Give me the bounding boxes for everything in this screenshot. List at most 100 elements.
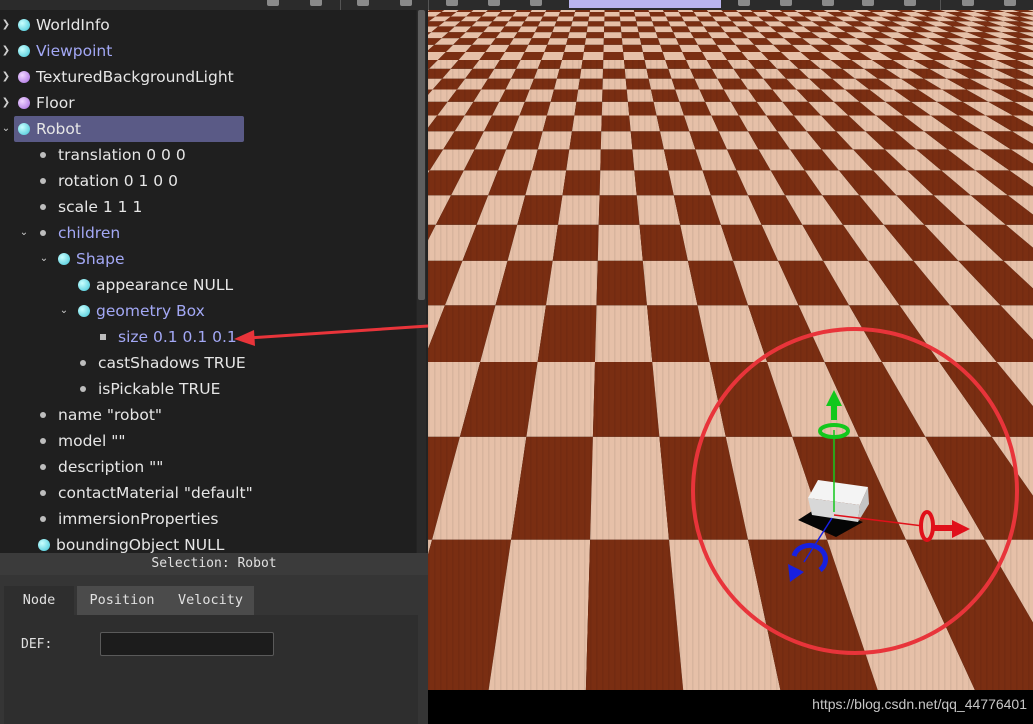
chevron-right-icon[interactable]: ❯ xyxy=(1,38,11,64)
tree-field-label: rotation 0 1 0 0 xyxy=(58,172,178,190)
chevron-right-icon[interactable]: ❯ xyxy=(1,64,11,90)
3d-viewport[interactable]: https://blog.csdn.net/qq_44776401 xyxy=(428,10,1033,724)
floor-tile xyxy=(603,38,623,45)
proto-node-icon xyxy=(18,71,30,83)
field-editor-panel: Node Position Velocity DEF: xyxy=(0,575,428,724)
floor-tile xyxy=(648,10,664,12)
tab-node[interactable]: Node xyxy=(4,586,74,615)
floor-tile xyxy=(664,12,682,17)
toolbar-button[interactable] xyxy=(310,0,322,6)
tree-node-label: Shape xyxy=(76,250,125,268)
tab-velocity[interactable]: Velocity xyxy=(167,586,254,615)
floor-tile xyxy=(554,21,573,27)
floor-tile xyxy=(521,21,541,27)
node-icon xyxy=(18,45,30,57)
chevron-right-icon[interactable]: ❯ xyxy=(1,90,11,116)
fast-button[interactable] xyxy=(862,0,874,6)
floor-tile xyxy=(531,32,553,39)
play-button[interactable] xyxy=(822,0,834,6)
field-bullet-icon xyxy=(40,230,46,236)
floor-tile xyxy=(588,16,605,22)
tree-field-label: children xyxy=(58,224,121,242)
floor-tile xyxy=(663,10,679,12)
tree-field-contactmaterial[interactable]: contactMaterial "default" xyxy=(0,480,416,506)
tree-field-label: boundingObject NULL xyxy=(56,536,225,553)
floor-tile xyxy=(637,26,656,33)
field-bullet-icon xyxy=(80,386,86,392)
tree-node-shape[interactable]: ⌄ Shape xyxy=(0,246,416,272)
tree-node-floor[interactable]: ❯ Floor xyxy=(0,90,416,116)
tree-node-geometry-box[interactable]: ⌄ geometry Box xyxy=(0,298,416,324)
tree-field-scale[interactable]: scale 1 1 1 xyxy=(0,194,416,220)
tree-field-label: castShadows TRUE xyxy=(98,354,246,372)
toolbar-button[interactable] xyxy=(400,0,412,6)
tree-field-label: immersionProperties xyxy=(58,510,219,528)
floor-tile xyxy=(558,12,575,17)
floor-tile xyxy=(673,32,694,39)
toolbar-button[interactable] xyxy=(1004,0,1016,6)
step-button[interactable] xyxy=(780,0,792,6)
floor-tile xyxy=(620,21,638,27)
toolbar-button[interactable] xyxy=(488,0,500,6)
watermark: https://blog.csdn.net/qq_44776401 xyxy=(812,696,1027,712)
floor-tile xyxy=(520,52,545,60)
floor-tile xyxy=(560,10,576,12)
floor-tile xyxy=(604,10,620,12)
toolbar-button[interactable] xyxy=(267,0,279,6)
tree-field-size[interactable]: size 0.1 0.1 0.1 xyxy=(0,324,416,350)
chevron-down-icon[interactable]: ⌄ xyxy=(59,298,69,324)
floor-tile xyxy=(668,21,688,27)
tree-field-ispickable[interactable]: isPickable TRUE xyxy=(0,376,416,402)
toolbar-button[interactable] xyxy=(357,0,369,6)
node-icon xyxy=(38,539,50,551)
scrollbar-thumb[interactable] xyxy=(418,10,425,300)
tree-field-label: scale 1 1 1 xyxy=(58,198,143,216)
chevron-down-icon[interactable]: ⌄ xyxy=(19,220,29,246)
tree-field-name[interactable]: name "robot" xyxy=(0,402,416,428)
tree-node-label: Robot xyxy=(36,120,81,138)
tree-field-castshadows[interactable]: castShadows TRUE xyxy=(0,350,416,376)
tree-node-texturedbackgroundlight[interactable]: ❯ TexturedBackgroundLight xyxy=(0,64,416,90)
tab-position[interactable]: Position xyxy=(77,586,167,615)
tree-field-immersionproperties[interactable]: immersionProperties xyxy=(0,506,416,532)
floor-tile xyxy=(564,44,585,52)
floor-tile xyxy=(641,44,663,52)
tree-node-label: Floor xyxy=(36,94,75,112)
floor-tile xyxy=(604,16,621,22)
main-toolbar xyxy=(0,0,1033,10)
def-input[interactable] xyxy=(100,632,274,656)
floor-tile xyxy=(635,16,653,22)
floor-tile xyxy=(649,12,666,17)
floor-tile xyxy=(636,21,654,27)
reset-simulation-button[interactable] xyxy=(738,0,750,6)
tree-field-boundingobject[interactable]: boundingObject NULL xyxy=(0,532,416,553)
scene-tree: ❯ WorldInfo ❯ Viewpoint ❯ TexturedBackgr… xyxy=(0,10,416,553)
tree-field-description[interactable]: description "" xyxy=(0,454,416,480)
tree-field-translation[interactable]: translation 0 0 0 xyxy=(0,142,416,168)
toolbar-button[interactable] xyxy=(530,0,542,6)
floor-tile xyxy=(528,38,550,45)
floor-tile xyxy=(650,16,669,22)
chevron-right-icon[interactable]: ❯ xyxy=(1,12,11,38)
scene-tree-scrollbar[interactable] xyxy=(417,10,426,553)
floor-tile xyxy=(547,38,568,45)
floor-tile xyxy=(524,44,548,52)
def-label: DEF: xyxy=(21,637,53,652)
tree-node-robot[interactable]: ⌄ Robot xyxy=(0,116,416,142)
floor-tile xyxy=(604,21,621,27)
chevron-down-icon[interactable]: ⌄ xyxy=(39,246,49,272)
tree-field-children[interactable]: ⌄ children xyxy=(0,220,416,246)
tree-node-worldinfo[interactable]: ❯ WorldInfo xyxy=(0,12,416,38)
tree-field-rotation[interactable]: rotation 0 1 0 0 xyxy=(0,168,416,194)
tree-field-appearance[interactable]: appearance NULL xyxy=(0,272,416,298)
3d-scene[interactable] xyxy=(428,10,1033,724)
faster-button[interactable] xyxy=(904,0,916,6)
toolbar-button[interactable] xyxy=(962,0,974,6)
tree-field-model[interactable]: model "" xyxy=(0,428,416,454)
toolbar-button[interactable] xyxy=(446,0,458,6)
chevron-down-icon[interactable]: ⌄ xyxy=(1,116,11,142)
floor-tile xyxy=(530,10,547,12)
tree-node-viewpoint[interactable]: ❯ Viewpoint xyxy=(0,38,416,64)
floor-tile xyxy=(586,26,605,33)
floor-tile xyxy=(535,26,555,33)
